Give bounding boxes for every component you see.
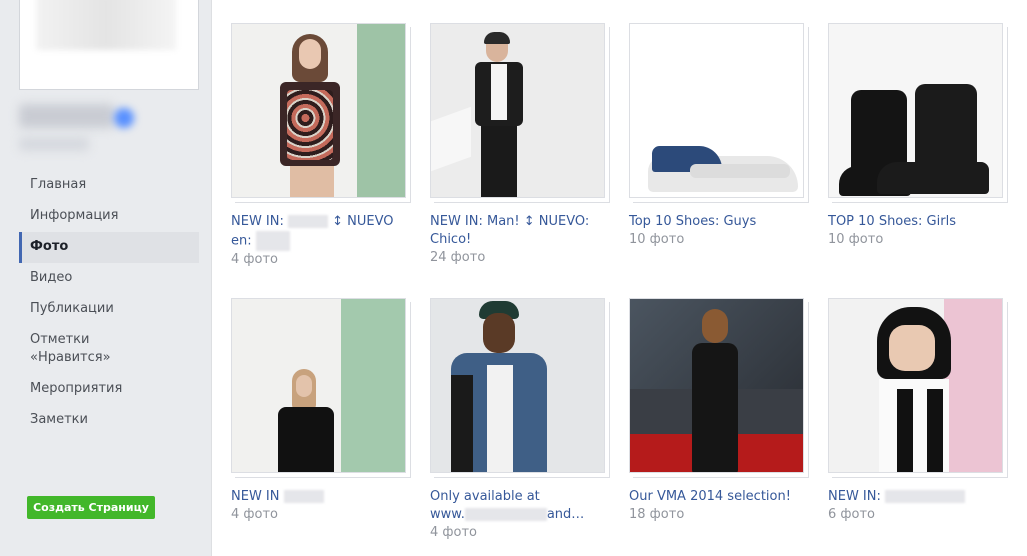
album-card[interactable]: Our VMA 2014 selection! 18 фото	[629, 298, 809, 524]
nav-item-photos[interactable]: Фото	[19, 232, 199, 263]
album-cover-image	[829, 24, 1002, 197]
album-photo-count: 4 фото	[231, 252, 278, 267]
left-sidebar: Главная Информация Фото Видео Публикации…	[0, 0, 212, 556]
redacted-text	[885, 490, 966, 503]
album-cover-image	[232, 299, 405, 472]
album-photo-count: 6 фото	[828, 507, 875, 522]
nav-item-posts[interactable]: Публикации	[19, 294, 199, 325]
nav-item-videos[interactable]: Видео	[19, 263, 199, 294]
verified-badge-icon	[114, 108, 134, 128]
album-cover-image	[431, 24, 604, 197]
album-cover-image	[829, 299, 1002, 472]
album-card[interactable]: NEW IN: Man! ↕ NUEVO: Chico! 24 фото	[430, 23, 610, 267]
album-photo-count: 4 фото	[430, 525, 477, 540]
album-photo-count: 18 фото	[629, 507, 685, 522]
blurred-page-handle	[19, 137, 89, 151]
album-card[interactable]: Top 10 Shoes: Guys 10 фото	[629, 23, 809, 249]
album-card[interactable]: Only available at www. and… 4 фото	[430, 298, 610, 542]
album-thumbnail[interactable]	[430, 298, 610, 478]
album-thumbnail[interactable]	[231, 298, 411, 478]
blurred-page-name	[19, 104, 114, 128]
create-page-button[interactable]: Создать Страницу	[27, 496, 155, 519]
redacted-text	[255, 231, 290, 251]
nav-item-likes[interactable]: Отметки «Нравится»	[19, 325, 117, 374]
redacted-text	[464, 508, 547, 521]
album-photo-count: 10 фото	[629, 232, 685, 247]
nav-item-info[interactable]: Информация	[19, 201, 118, 232]
album-card[interactable]: NEW IN: ↕ NUEVO en: 4 фото	[231, 23, 411, 269]
nav-item-home[interactable]: Главная	[19, 170, 199, 201]
album-thumbnail[interactable]	[828, 23, 1008, 203]
album-cover-image	[232, 24, 405, 197]
album-title[interactable]: NEW IN: ↕ NUEVO en:	[231, 213, 411, 251]
album-title[interactable]: NEW IN: Man! ↕ NUEVO: Chico!	[430, 213, 610, 249]
album-photo-count: 10 фото	[828, 232, 884, 247]
album-cover-image	[431, 299, 604, 472]
album-title[interactable]: NEW IN:	[828, 488, 1008, 506]
nav-item-events[interactable]: Мероприятия	[19, 374, 122, 405]
page-nav: Главная Информация Фото Видео Публикации…	[19, 170, 199, 436]
redacted-text	[283, 490, 324, 503]
album-thumbnail[interactable]	[430, 23, 610, 203]
album-title[interactable]: Top 10 Shoes: Guys	[629, 213, 809, 231]
album-card[interactable]: NEW IN 4 фото	[231, 298, 411, 524]
album-photo-count: 24 фото	[430, 250, 486, 265]
album-thumbnail[interactable]	[629, 298, 809, 478]
album-title[interactable]: Only available at www. and…	[430, 488, 610, 524]
album-cover-image	[630, 24, 803, 197]
album-card[interactable]: TOP 10 Shoes: Girls 10 фото	[828, 23, 1008, 249]
album-title[interactable]: Our VMA 2014 selection!	[629, 488, 809, 506]
nav-item-notes[interactable]: Заметки	[19, 405, 199, 436]
album-cover-image	[630, 299, 803, 472]
profile-picture[interactable]	[19, 0, 199, 90]
album-thumbnail[interactable]	[629, 23, 809, 203]
redacted-text	[288, 215, 329, 228]
blurred-profile-image	[36, 0, 176, 50]
album-thumbnail[interactable]	[828, 298, 1008, 478]
album-title[interactable]: TOP 10 Shoes: Girls	[828, 213, 1008, 231]
album-title[interactable]: NEW IN	[231, 488, 411, 506]
album-card[interactable]: NEW IN: 6 фото	[828, 298, 1008, 524]
album-thumbnail[interactable]	[231, 23, 411, 203]
album-photo-count: 4 фото	[231, 507, 278, 522]
